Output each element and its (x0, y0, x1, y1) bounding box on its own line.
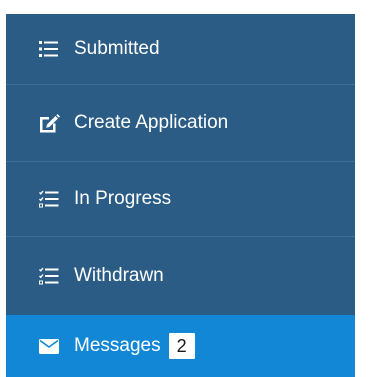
nav-item-label: In Progress (74, 188, 172, 209)
nav-item-label: Messages (74, 335, 161, 356)
list-icon (38, 38, 60, 60)
nav-item-create-application[interactable]: Create Application (6, 84, 355, 161)
nav-item-messages[interactable]: Messages 2 (6, 315, 355, 377)
nav-item-submitted[interactable]: Submitted (6, 14, 355, 84)
nav-item-withdrawn[interactable]: Withdrawn (6, 236, 355, 315)
nav-item-label: Create Application (74, 112, 229, 133)
unread-count-badge: 2 (168, 333, 195, 359)
sidebar-nav: Submitted Create Application In Progress (6, 14, 355, 377)
nav-item-in-progress[interactable]: In Progress (6, 161, 355, 236)
envelope-icon (38, 335, 60, 357)
nav-item-label: Withdrawn (74, 265, 164, 286)
edit-icon (38, 112, 60, 134)
checklist-icon (38, 188, 60, 210)
nav-item-label: Submitted (74, 38, 160, 59)
checklist-icon (38, 265, 60, 287)
